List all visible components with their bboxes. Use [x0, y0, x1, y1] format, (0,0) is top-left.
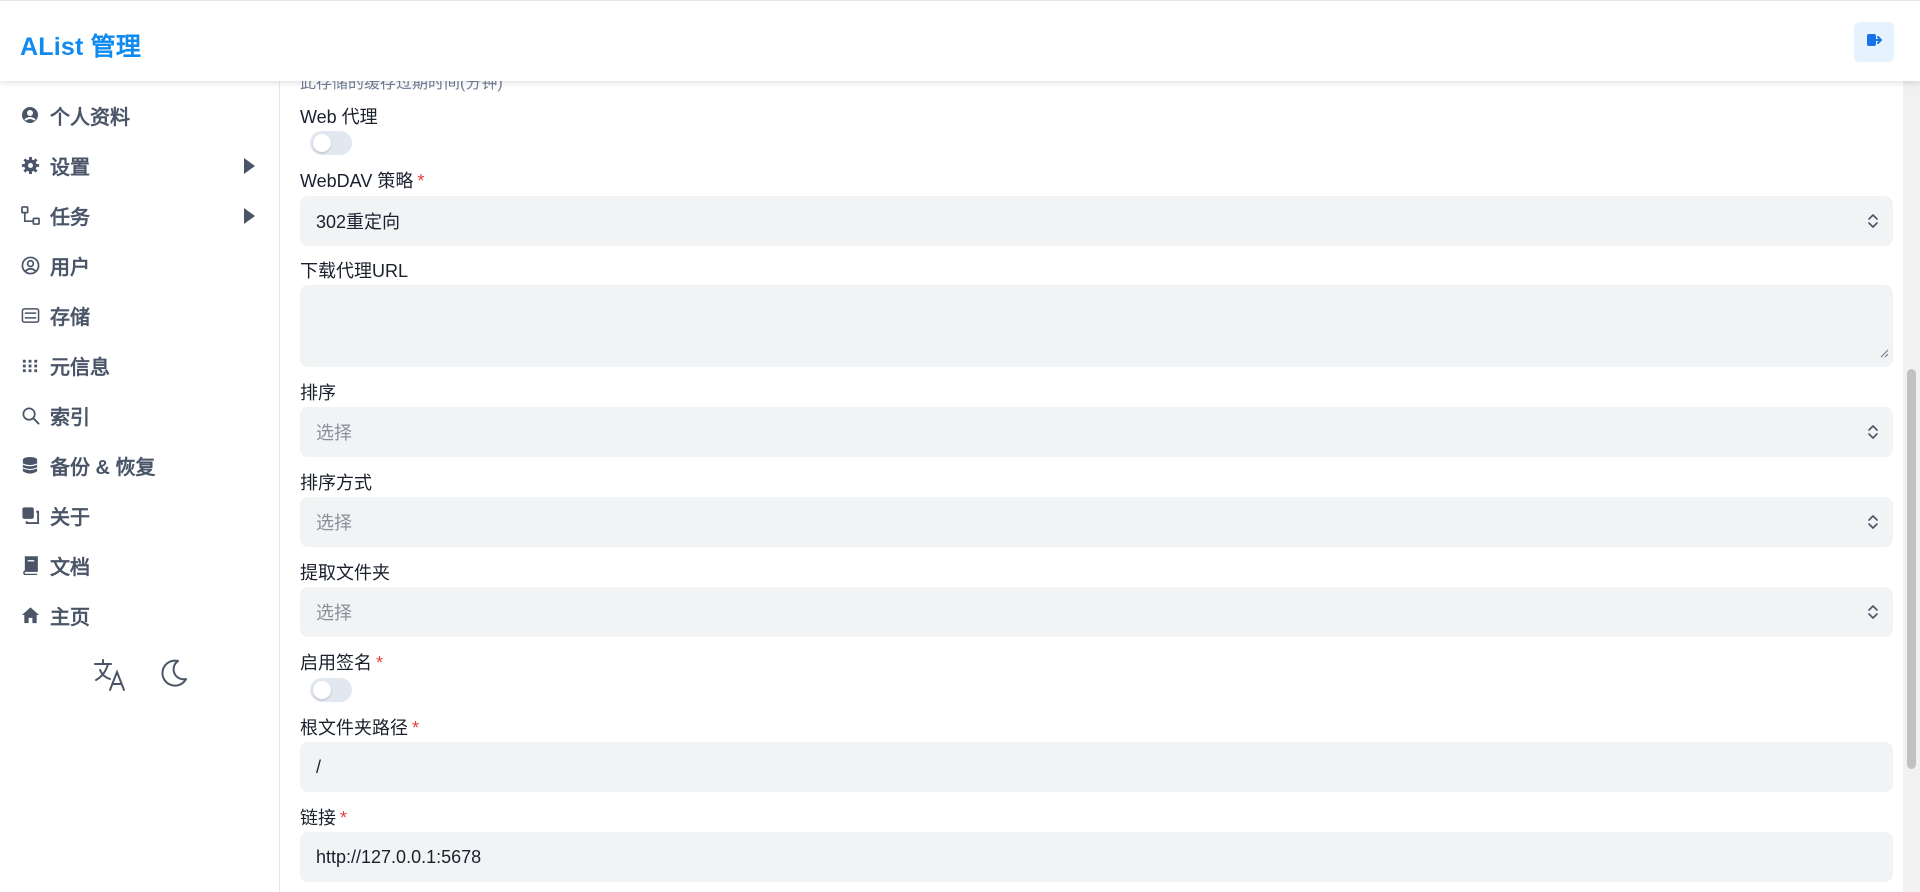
link-label: 链接 *: [300, 808, 348, 828]
resize-grip-icon[interactable]: [1879, 345, 1889, 363]
extract-folder-label: 提取文件夹: [300, 563, 390, 583]
download-proxy-url-textarea[interactable]: [300, 285, 1893, 367]
order-by-label: 排序: [300, 383, 336, 403]
webdav-policy-label: WebDAV 策略 *: [300, 171, 425, 191]
sidebar-item-label: 关于: [50, 506, 90, 529]
logout-button[interactable]: [1854, 22, 1894, 62]
sidebar-item-settings[interactable]: 设置: [20, 145, 265, 185]
chevron-up-down-icon: [1867, 603, 1879, 626]
gear-icon: [20, 155, 40, 175]
order-direction-select[interactable]: 选择: [300, 497, 1893, 547]
scrollbar-thumb[interactable]: [1907, 369, 1916, 769]
storage-form: 此存储的缓存过期时间(分钟) Web 代理 WebDAV 策略 * 302重定向 …: [280, 81, 1920, 892]
logout-icon: [1865, 31, 1883, 54]
sidebar-item-docs[interactable]: 文档: [20, 545, 265, 585]
caret-right-icon: [243, 207, 255, 230]
translate-icon[interactable]: [92, 657, 128, 698]
download-proxy-url-label: 下载代理URL: [300, 261, 409, 281]
sidebar: 个人资料 设置 任务 用户 存储 元信息 索引 备份 & 恢复 关于 文档 主页: [0, 81, 280, 892]
chevron-up-down-icon: [1867, 513, 1879, 536]
sidebar-item-home[interactable]: 主页: [20, 595, 265, 635]
sidebar-item-backup-restore[interactable]: 备份 & 恢复: [20, 445, 265, 485]
sidebar-item-storage[interactable]: 存储: [20, 295, 265, 335]
top-header: AList 管理: [0, 0, 1920, 81]
link-value: http://127.0.0.1:5678: [316, 846, 482, 867]
order-by-placeholder: 选择: [316, 423, 352, 443]
sidebar-item-label: 文档: [50, 556, 90, 579]
enable-sign-label: 启用签名 *: [300, 653, 384, 673]
extract-folder-placeholder: 选择: [316, 603, 352, 623]
avatar-icon: [20, 105, 40, 125]
sidebar-item-label: 个人资料: [50, 106, 130, 129]
sidebar-tools: [92, 657, 190, 698]
switch-knob: [313, 681, 331, 699]
enable-sign-switch[interactable]: [310, 678, 352, 702]
link-input[interactable]: http://127.0.0.1:5678: [300, 832, 1893, 882]
metadata-icon: [20, 355, 40, 375]
order-by-select[interactable]: 选择: [300, 407, 1893, 457]
book-icon: [20, 555, 40, 575]
sidebar-item-label: 用户: [50, 256, 90, 279]
switch-knob: [313, 134, 331, 152]
sidebar-item-profile[interactable]: 个人资料: [20, 95, 265, 135]
caret-right-icon: [243, 157, 255, 180]
sidebar-item-label: 任务: [50, 206, 90, 229]
sidebar-item-label: 存储: [50, 306, 90, 329]
extract-folder-select[interactable]: 选择: [300, 587, 1893, 637]
sidebar-item-index[interactable]: 索引: [20, 395, 265, 435]
sidebar-item-metadata[interactable]: 元信息: [20, 345, 265, 385]
cache-expiration-hint: 此存储的缓存过期时间(分钟): [300, 81, 503, 92]
order-direction-label: 排序方式: [300, 473, 372, 493]
sidebar-item-label: 索引: [50, 406, 90, 429]
sidebar-item-label: 元信息: [50, 356, 110, 379]
webdav-policy-select[interactable]: 302重定向: [300, 196, 1893, 246]
root-folder-path-label: 根文件夹路径 *: [300, 718, 420, 738]
copy-icon: [20, 505, 40, 525]
root-folder-path-value: /: [316, 756, 322, 777]
sidebar-item-label: 备份 & 恢复: [50, 456, 156, 479]
sidebar-item-label: 设置: [50, 156, 90, 179]
order-direction-placeholder: 选择: [316, 513, 352, 533]
sidebar-item-tasks[interactable]: 任务: [20, 195, 265, 235]
sidebar-item-users[interactable]: 用户: [20, 245, 265, 285]
moon-icon[interactable]: [158, 657, 190, 698]
workflow-icon: [20, 205, 40, 225]
sidebar-item-about[interactable]: 关于: [20, 495, 265, 535]
web-proxy-label: Web 代理: [300, 107, 378, 127]
database-icon: [20, 455, 40, 475]
web-proxy-switch[interactable]: [310, 131, 352, 155]
search-icon: [20, 405, 40, 425]
chevron-up-down-icon: [1867, 423, 1879, 446]
user-circle-icon: [20, 255, 40, 275]
chevron-up-down-icon: [1867, 212, 1879, 235]
app-title[interactable]: AList 管理: [20, 27, 141, 63]
sidebar-item-label: 主页: [50, 606, 90, 629]
webdav-policy-value: 302重定向: [316, 212, 401, 232]
storage-icon: [20, 305, 40, 325]
root-folder-path-input[interactable]: /: [300, 742, 1893, 792]
home-icon: [20, 605, 40, 625]
page-scrollbar[interactable]: [1903, 81, 1920, 892]
